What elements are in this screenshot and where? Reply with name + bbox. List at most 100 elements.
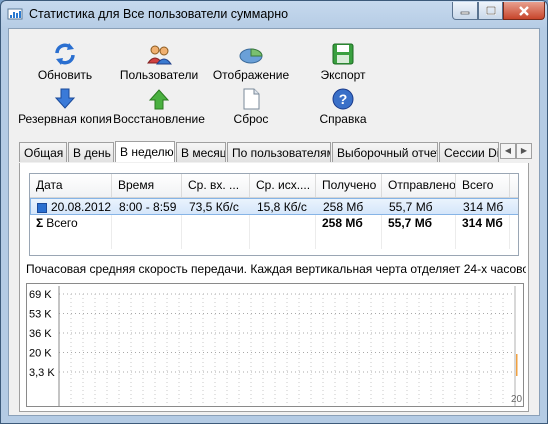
cell-empty bbox=[250, 232, 316, 249]
export-button[interactable]: Экспорт bbox=[311, 41, 375, 82]
chevron-left-icon: ◀ bbox=[504, 146, 512, 155]
x-tick-label: 20 bbox=[511, 394, 523, 405]
cell-empty bbox=[112, 215, 182, 232]
cell-empty bbox=[182, 215, 250, 232]
cell-empty bbox=[182, 232, 250, 249]
chevron-right-icon: ▶ bbox=[520, 146, 528, 155]
maximize-button[interactable] bbox=[478, 2, 503, 20]
document-icon bbox=[243, 88, 260, 110]
minimize-button[interactable] bbox=[452, 2, 478, 20]
svg-text:?: ? bbox=[339, 91, 348, 107]
column-header-avg-out[interactable]: Ср. исх.... bbox=[250, 174, 316, 197]
column-header-sent[interactable]: Отправлено bbox=[382, 174, 456, 197]
statistics-window: Статистика для Все пользователи суммарно… bbox=[0, 0, 548, 424]
cell-empty bbox=[382, 232, 456, 249]
app-icon bbox=[7, 8, 23, 20]
help-icon: ? bbox=[332, 88, 354, 110]
restore-label: Восстановление bbox=[113, 112, 205, 126]
cell-total-received: 258 Мб bbox=[316, 215, 382, 232]
cell-date: 20.08.2012 bbox=[31, 199, 113, 216]
close-icon bbox=[519, 5, 529, 16]
tab-weekly[interactable]: В неделю bbox=[115, 141, 175, 162]
cell-total: 314 Мб bbox=[463, 200, 504, 214]
backup-button[interactable]: Резервная копия bbox=[15, 87, 115, 126]
y-tick-label: 36 K bbox=[29, 328, 52, 340]
cell-empty bbox=[112, 232, 182, 249]
tab-by-users[interactable]: По пользователям bbox=[227, 142, 331, 162]
tab-sessions[interactable]: Сессии Dia bbox=[439, 142, 499, 162]
tab-scroll-right-button[interactable]: ▶ bbox=[516, 143, 532, 159]
close-button[interactable] bbox=[503, 2, 545, 20]
maximize-icon bbox=[485, 6, 496, 15]
sum-icon: Σ bbox=[36, 216, 44, 230]
chart-caption: Почасовая средняя скорость передачи. Каж… bbox=[26, 262, 526, 276]
y-tick-label: 69 K bbox=[29, 289, 52, 301]
tab-label: По пользователям bbox=[232, 146, 331, 160]
tab-label: В день bbox=[73, 146, 111, 160]
column-header-time[interactable]: Время bbox=[112, 174, 182, 197]
help-button[interactable]: ? Справка bbox=[311, 87, 375, 126]
tab-scroll-left-button[interactable]: ◀ bbox=[500, 143, 516, 159]
users-label: Пользователи bbox=[119, 68, 199, 82]
cell-sent: 55,7 Мб bbox=[389, 200, 433, 214]
export-label: Экспорт bbox=[320, 68, 366, 82]
window-title: Статистика для Все пользователи суммарно bbox=[29, 7, 289, 21]
display-button[interactable]: Отображение bbox=[211, 41, 291, 82]
row-icon bbox=[37, 202, 47, 213]
table-header: Дата Время Ср. вх. ... Ср. исх.... Получ… bbox=[30, 174, 518, 198]
arrow-up-icon bbox=[148, 89, 170, 110]
cell-avg-out: 15,8 Кб/с bbox=[257, 200, 307, 214]
backup-label: Резервная копия bbox=[18, 112, 112, 126]
tab-label: Сессии Dia bbox=[444, 146, 498, 160]
cell-empty bbox=[456, 232, 510, 249]
tab-label: Выборочный отчет bbox=[337, 146, 438, 160]
tab-label: В месяц bbox=[181, 146, 226, 160]
help-label: Справка bbox=[319, 112, 367, 126]
cell-total-sent: 55,7 Мб bbox=[382, 215, 456, 232]
hourly-speed-chart: 69 K 53 K 36 K 20 K 3,3 K 20 bbox=[26, 283, 524, 407]
users-icon bbox=[147, 45, 172, 65]
statistics-table: Дата Время Ср. вх. ... Ср. исх.... Получ… bbox=[29, 173, 519, 256]
y-tick-label: 3,3 K bbox=[29, 367, 55, 379]
table-total-row[interactable]: Σ Всего 258 Мб 55,7 Мб 314 Мб bbox=[30, 215, 518, 232]
users-button[interactable]: Пользователи bbox=[117, 41, 201, 82]
reset-label: Сброс bbox=[233, 112, 269, 126]
column-header-date[interactable]: Дата bbox=[30, 174, 112, 197]
tab-label: Общая bbox=[24, 146, 64, 160]
tab-label: В неделю bbox=[120, 145, 174, 159]
column-header-received[interactable]: Получено bbox=[316, 174, 382, 197]
cell-avg-in: 73,5 Кб/с bbox=[189, 200, 239, 214]
tab-daily[interactable]: В день bbox=[68, 142, 114, 162]
cell-empty bbox=[316, 232, 382, 249]
arrow-down-icon bbox=[54, 88, 76, 109]
tab-custom-report[interactable]: Выборочный отчет bbox=[332, 142, 438, 162]
tab-panel: Дата Время Ср. вх. ... Ср. исх.... Получ… bbox=[19, 163, 529, 412]
display-label: Отображение bbox=[212, 68, 290, 82]
table-row[interactable]: 20.08.2012 8:00 - 8:59 73,5 Кб/с 15,8 Кб… bbox=[30, 198, 518, 216]
refresh-button[interactable]: Обновить bbox=[29, 41, 101, 82]
tab-monthly[interactable]: В месяц bbox=[176, 142, 226, 162]
refresh-label: Обновить bbox=[37, 68, 93, 82]
refresh-icon bbox=[55, 43, 75, 65]
restore-button[interactable]: Восстановление bbox=[113, 87, 205, 126]
save-icon bbox=[332, 43, 354, 65]
chart-svg: 69 K 53 K 36 K 20 K 3,3 K 20 bbox=[29, 286, 523, 406]
cell-date-text: 20.08.2012 bbox=[51, 200, 112, 214]
table-row-empty bbox=[30, 232, 518, 249]
data-bar bbox=[516, 354, 518, 376]
cell-time: 8:00 - 8:59 bbox=[119, 200, 177, 214]
column-header-avg-in[interactable]: Ср. вх. ... bbox=[182, 174, 250, 197]
display-icon bbox=[239, 48, 263, 64]
column-header-total[interactable]: Всего bbox=[456, 174, 510, 197]
reset-button[interactable]: Сброс bbox=[219, 87, 283, 126]
client-area: Обновить Пользователи Отображение Экспор… bbox=[8, 28, 540, 416]
tab-general[interactable]: Общая bbox=[19, 142, 67, 162]
cell-total-total: 314 Мб bbox=[456, 215, 510, 232]
title-bar[interactable]: Статистика для Все пользователи суммарно bbox=[1, 1, 547, 27]
total-label-text: Всего bbox=[46, 216, 78, 230]
cell-total-label: Σ Всего bbox=[30, 215, 112, 232]
minimize-icon bbox=[460, 11, 470, 14]
cell-empty bbox=[30, 232, 112, 249]
y-tick-label: 20 K bbox=[29, 348, 52, 360]
cell-received: 258 Мб bbox=[323, 200, 364, 214]
